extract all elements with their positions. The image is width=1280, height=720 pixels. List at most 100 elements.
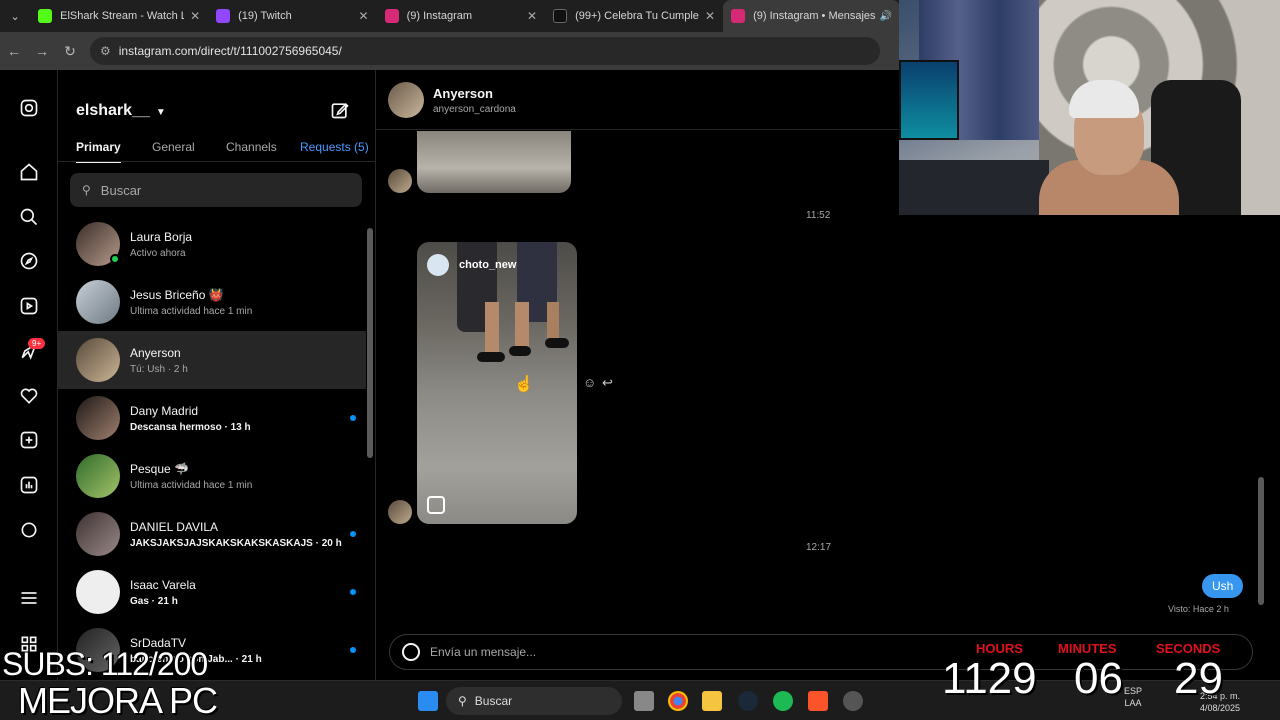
speaker-icon[interactable]: 🔊 xyxy=(880,11,892,22)
forward-icon[interactable]: → xyxy=(28,43,56,59)
search-icon[interactable] xyxy=(19,207,39,227)
close-icon[interactable]: ✕ xyxy=(190,9,200,23)
dashboard-icon[interactable] xyxy=(19,475,39,495)
sent-message-bubble[interactable]: Ush xyxy=(1202,574,1244,598)
address-bar[interactable]: ⚙ instagram.com/direct/t/111002756965045… xyxy=(90,37,880,65)
task-view-icon[interactable] xyxy=(634,691,654,711)
avatar xyxy=(427,254,449,276)
taskbar-search[interactable]: ⚲ Buscar xyxy=(446,687,622,715)
reels-icon[interactable] xyxy=(19,296,39,316)
browser-tab-active[interactable]: (9) Instagram • Mensajes 🔊 xyxy=(723,0,900,32)
thread-name: Anyerson xyxy=(433,86,493,101)
conversation-status: Última actividad hace 1 min xyxy=(130,305,253,317)
create-icon[interactable] xyxy=(19,430,39,450)
kick-icon xyxy=(38,9,53,23)
scrollbar-thumb[interactable] xyxy=(1258,477,1264,605)
chrome-icon[interactable] xyxy=(668,691,688,711)
close-icon[interactable]: ✕ xyxy=(705,9,715,23)
shared-reel[interactable]: choto_new xyxy=(417,242,577,524)
mejora-pc-overlay: MEJORA PC xyxy=(18,680,218,720)
conversation-name: Jesus Briceño 👹 xyxy=(130,287,224,302)
chevron-down-icon: ▼ xyxy=(155,107,166,118)
home-icon[interactable] xyxy=(19,162,39,182)
reel-username: choto_new xyxy=(459,259,517,271)
search-icon: ⚲ xyxy=(82,183,91,197)
avatar xyxy=(76,512,120,556)
tab-channels[interactable]: Channels xyxy=(226,140,277,154)
reply-icon[interactable]: ↩ xyxy=(602,375,613,391)
twitch-icon xyxy=(216,9,231,23)
tab-general[interactable]: General xyxy=(152,140,195,154)
back-icon[interactable]: ← xyxy=(0,43,28,59)
app-icon[interactable] xyxy=(843,691,863,711)
reload-icon[interactable]: ↻ xyxy=(56,43,84,60)
explore-icon[interactable] xyxy=(19,251,39,271)
browser-tab[interactable]: (99+) Celebra Tu Cumpleaño ✕ xyxy=(545,0,723,32)
timestamp: 11:52 xyxy=(806,210,831,221)
scrollbar-thumb[interactable] xyxy=(367,228,373,458)
avatar xyxy=(76,280,120,324)
message-input[interactable]: Envía un mensaje... xyxy=(389,634,1253,670)
tab-primary[interactable]: Primary xyxy=(76,140,121,163)
conversation-row[interactable]: Pesque 🦈 Última actividad hace 1 min xyxy=(58,447,366,505)
browser-tab[interactable]: ElShark Stream - Watch Live ✕ xyxy=(30,0,208,32)
account-switcher[interactable]: elshark__ ▼ xyxy=(76,102,166,120)
instagram-nav-rail: 9+ xyxy=(0,70,58,680)
more-menu-icon[interactable] xyxy=(19,588,39,608)
browser-tab[interactable]: (19) Twitch ✕ xyxy=(208,0,376,32)
inbox-scrollbar[interactable] xyxy=(366,220,374,680)
emoji-icon[interactable] xyxy=(402,643,420,661)
tab-requests[interactable]: Requests (5) xyxy=(300,140,369,154)
compose-icon[interactable] xyxy=(330,100,350,120)
thread-scrollbar[interactable] xyxy=(1256,215,1266,620)
account-username: elshark__ xyxy=(76,102,150,119)
tab-title: (9) Instagram xyxy=(406,10,473,22)
search-icon: ⚲ xyxy=(458,694,467,708)
spotify-icon[interactable] xyxy=(773,691,793,711)
shared-image[interactable] xyxy=(417,131,571,193)
inbox-search-input[interactable]: ⚲ Buscar xyxy=(70,173,362,207)
conversation-status: Última actividad hace 1 min xyxy=(130,479,253,491)
avatar xyxy=(76,570,120,614)
file-explorer-icon[interactable] xyxy=(702,691,722,711)
search-placeholder: Buscar xyxy=(100,182,142,198)
react-icon[interactable]: ☺ xyxy=(583,375,596,390)
timer-hours: 1129 xyxy=(942,654,1037,703)
subs-counter: SUBS: 112/200 xyxy=(2,646,208,682)
conversation-status: JAKSJAKSJAJSKAKSKAKSKASKAJS · 20 h xyxy=(130,537,342,549)
webcam-overlay xyxy=(899,0,1280,215)
steam-icon[interactable] xyxy=(738,691,758,711)
conversation-row[interactable]: DANIEL DAVILA JAKSJAKSJAJSKAKSKAKSKASKAJS… xyxy=(58,505,366,563)
avatar xyxy=(388,169,412,193)
profile-avatar-icon[interactable] xyxy=(19,520,39,540)
brave-icon[interactable] xyxy=(808,691,828,711)
conversation-status: Descansa hermoso · 13 h xyxy=(130,421,251,433)
keyboard-layout: LAA xyxy=(1124,698,1142,708)
timer-seconds: 29 xyxy=(1174,654,1223,703)
avatar[interactable] xyxy=(388,82,424,118)
heart-icon[interactable] xyxy=(19,386,39,406)
browser-tab[interactable]: (9) Instagram ✕ xyxy=(377,0,545,32)
conversation-row[interactable]: Laura Borja Activo ahora xyxy=(58,215,366,273)
conversation-row[interactable]: Isaac Varela Gas · 21 h xyxy=(58,563,366,621)
close-icon[interactable]: ✕ xyxy=(527,9,537,23)
tab-search-button[interactable]: ⌄ xyxy=(0,0,30,32)
conversation-status: Tú: Ush · 2 h xyxy=(130,363,188,375)
conversation-name: DANIEL DAVILA xyxy=(130,519,219,534)
thread-username: anyerson_cardona xyxy=(433,104,516,115)
site-info-icon[interactable]: ⚙ xyxy=(100,44,111,58)
timestamp: 12:17 xyxy=(806,542,832,553)
conversation-row[interactable]: Jesus Briceño 👹 Última actividad hace 1 m… xyxy=(58,273,366,331)
start-icon[interactable] xyxy=(418,691,438,711)
instagram-logo-icon[interactable] xyxy=(19,98,39,118)
avatar xyxy=(76,396,120,440)
language-code: ESP xyxy=(1124,686,1143,696)
taskbar-search-label: Buscar xyxy=(474,694,513,708)
conversation-row-selected[interactable]: Anyerson Tú: Ush · 2 h xyxy=(58,331,366,389)
reel-author[interactable]: choto_new xyxy=(427,254,516,276)
language-indicator[interactable]: ESP LAA xyxy=(1124,685,1142,709)
url-text: instagram.com/direct/t/111002756965045/ xyxy=(118,44,342,58)
notification-badge: 9+ xyxy=(28,338,46,349)
conversation-row[interactable]: Dany Madrid Descansa hermoso · 13 h xyxy=(58,389,366,447)
close-icon[interactable]: ✕ xyxy=(359,9,369,23)
